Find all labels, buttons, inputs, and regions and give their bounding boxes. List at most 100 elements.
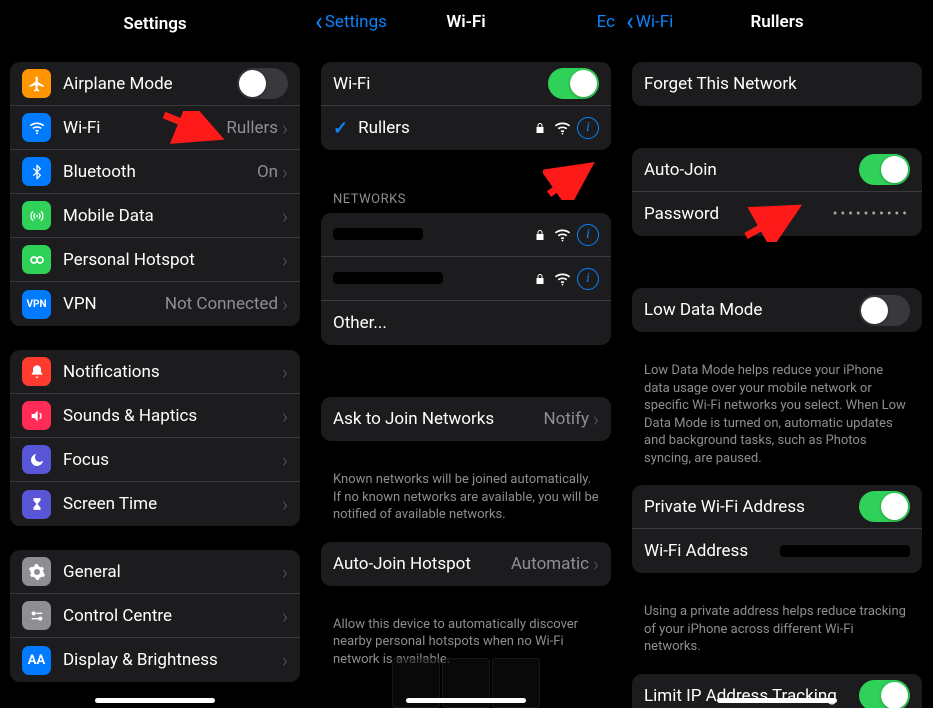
info-icon[interactable]: i bbox=[577, 268, 599, 290]
row-private-addr[interactable]: Private Wi-Fi Address bbox=[632, 485, 922, 529]
row-sounds[interactable]: Sounds & Haptics › bbox=[10, 394, 300, 438]
row-label: Auto-Join bbox=[644, 160, 859, 180]
gear-icon bbox=[22, 557, 51, 586]
airplane-toggle[interactable] bbox=[237, 68, 288, 99]
networks-header: NETWORKS bbox=[311, 192, 621, 213]
chevron-right-icon: › bbox=[282, 248, 288, 272]
row-low-data[interactable]: Low Data Mode bbox=[632, 288, 922, 332]
settings-group-connectivity: Airplane Mode Wi-Fi Rullers › Bluetooth … bbox=[10, 62, 300, 326]
bluetooth-icon bbox=[22, 157, 51, 186]
row-label: Sounds & Haptics bbox=[63, 406, 282, 426]
chevron-right-icon: › bbox=[282, 404, 288, 428]
network-indicators bbox=[534, 228, 571, 242]
hotspot-icon bbox=[22, 245, 51, 274]
settings-pane: Settings Airplane Mode Wi-Fi Rullers › B… bbox=[0, 0, 311, 708]
page-title: Settings bbox=[0, 0, 310, 44]
row-network-item[interactable]: i bbox=[321, 257, 611, 301]
row-autojoin-hotspot[interactable]: Auto-Join Hotspot Automatic › bbox=[321, 542, 611, 586]
vpn-icon: VPN bbox=[22, 290, 51, 319]
info-icon[interactable]: i bbox=[577, 117, 599, 139]
join-password-group: Auto-Join Password •••••••••• bbox=[632, 148, 922, 236]
autojoin-toggle[interactable] bbox=[859, 154, 910, 185]
antenna-icon bbox=[22, 201, 51, 230]
row-vpn[interactable]: VPN VPN Not Connected › bbox=[10, 282, 300, 326]
row-forget-network[interactable]: Forget This Network bbox=[632, 62, 922, 106]
nav-right-truncated[interactable]: Ec bbox=[597, 12, 615, 32]
wifi-signal-icon bbox=[554, 228, 571, 242]
info-icon[interactable]: i bbox=[577, 224, 599, 246]
wifi-toggle[interactable] bbox=[548, 68, 599, 99]
row-label: Mobile Data bbox=[63, 206, 282, 226]
row-bluetooth[interactable]: Bluetooth On › bbox=[10, 150, 300, 194]
row-label: Display & Brightness bbox=[63, 650, 282, 670]
airplane-icon bbox=[22, 69, 51, 98]
chevron-right-icon: › bbox=[282, 116, 288, 140]
row-value: Not Connected bbox=[165, 294, 278, 314]
row-label: Ask to Join Networks bbox=[333, 409, 544, 429]
chevron-right-icon: › bbox=[282, 648, 288, 672]
row-label: Screen Time bbox=[63, 494, 282, 514]
network-indicators bbox=[534, 121, 571, 135]
wifi-signal-icon bbox=[554, 121, 571, 135]
networks-group: i i Other... bbox=[321, 213, 611, 345]
back-button[interactable]: ‹ Wi-Fi bbox=[622, 7, 673, 37]
back-button[interactable]: ‹ Settings bbox=[311, 7, 387, 37]
row-notifications[interactable]: Notifications › bbox=[10, 350, 300, 394]
row-personal-hotspot[interactable]: Personal Hotspot › bbox=[10, 238, 300, 282]
row-label: General bbox=[63, 562, 282, 582]
chevron-right-icon: › bbox=[282, 160, 288, 184]
network-indicators bbox=[534, 272, 571, 286]
chevron-left-icon: ‹ bbox=[626, 7, 634, 37]
row-value: Notify bbox=[544, 409, 589, 429]
row-screentime[interactable]: Screen Time › bbox=[10, 482, 300, 526]
ask-join-footer: Known networks will be joined automatica… bbox=[311, 465, 621, 542]
bell-icon bbox=[22, 357, 51, 386]
autojoin-hotspot-group: Auto-Join Hotspot Automatic › bbox=[321, 542, 611, 586]
limit-ip-toggle[interactable] bbox=[859, 680, 910, 708]
settings-group-notifications: Notifications › Sounds & Haptics › Focus… bbox=[10, 350, 300, 526]
row-wifi-toggle[interactable]: Wi-Fi bbox=[321, 62, 611, 106]
row-network-item[interactable]: i bbox=[321, 213, 611, 257]
lowdata-toggle[interactable] bbox=[859, 295, 910, 326]
ask-join-group: Ask to Join Networks Notify › bbox=[321, 397, 611, 441]
row-mobile-data[interactable]: Mobile Data › bbox=[10, 194, 300, 238]
row-value: Automatic bbox=[511, 554, 589, 574]
row-value: On bbox=[257, 162, 278, 182]
row-focus[interactable]: Focus › bbox=[10, 438, 300, 482]
moon-icon bbox=[22, 445, 51, 474]
home-indicator bbox=[95, 698, 215, 703]
wifi-address-value bbox=[780, 545, 910, 557]
lowdata-group: Low Data Mode bbox=[632, 288, 922, 332]
wifi-icon bbox=[22, 113, 51, 142]
chevron-right-icon: › bbox=[282, 204, 288, 228]
row-wifi-address[interactable]: Wi-Fi Address bbox=[632, 529, 922, 573]
row-other-network[interactable]: Other... bbox=[321, 301, 611, 345]
controls-icon bbox=[22, 601, 51, 630]
row-password[interactable]: Password •••••••••• bbox=[632, 192, 922, 236]
row-ask-join[interactable]: Ask to Join Networks Notify › bbox=[321, 397, 611, 441]
row-value: Rullers bbox=[226, 118, 278, 138]
row-label: Notifications bbox=[63, 362, 282, 382]
row-label: VPN bbox=[63, 294, 165, 314]
home-indicator bbox=[406, 698, 526, 703]
row-connected-network[interactable]: ✓ Rullers i bbox=[321, 106, 611, 150]
row-control-centre[interactable]: Control Centre › bbox=[10, 594, 300, 638]
back-label: Wi-Fi bbox=[636, 12, 673, 32]
row-wifi[interactable]: Wi-Fi Rullers › bbox=[10, 106, 300, 150]
row-label: Rullers bbox=[358, 118, 534, 138]
row-label: Bluetooth bbox=[63, 162, 257, 182]
sound-icon bbox=[22, 401, 51, 430]
row-display[interactable]: AA Display & Brightness › bbox=[10, 638, 300, 682]
row-label: Wi-Fi Address bbox=[644, 541, 780, 561]
private-footer: Using a private address helps reduce tra… bbox=[622, 597, 932, 674]
hourglass-icon bbox=[22, 490, 51, 519]
row-airplane-mode[interactable]: Airplane Mode bbox=[10, 62, 300, 106]
chevron-right-icon: › bbox=[282, 292, 288, 316]
settings-group-general: General › Control Centre › AA Display & … bbox=[10, 550, 300, 682]
checkmark-icon: ✓ bbox=[333, 118, 348, 139]
row-general[interactable]: General › bbox=[10, 550, 300, 594]
private-addr-toggle[interactable] bbox=[859, 491, 910, 522]
row-auto-join[interactable]: Auto-Join bbox=[632, 148, 922, 192]
row-label: Wi-Fi bbox=[333, 74, 548, 94]
row-label: Other... bbox=[333, 313, 599, 333]
